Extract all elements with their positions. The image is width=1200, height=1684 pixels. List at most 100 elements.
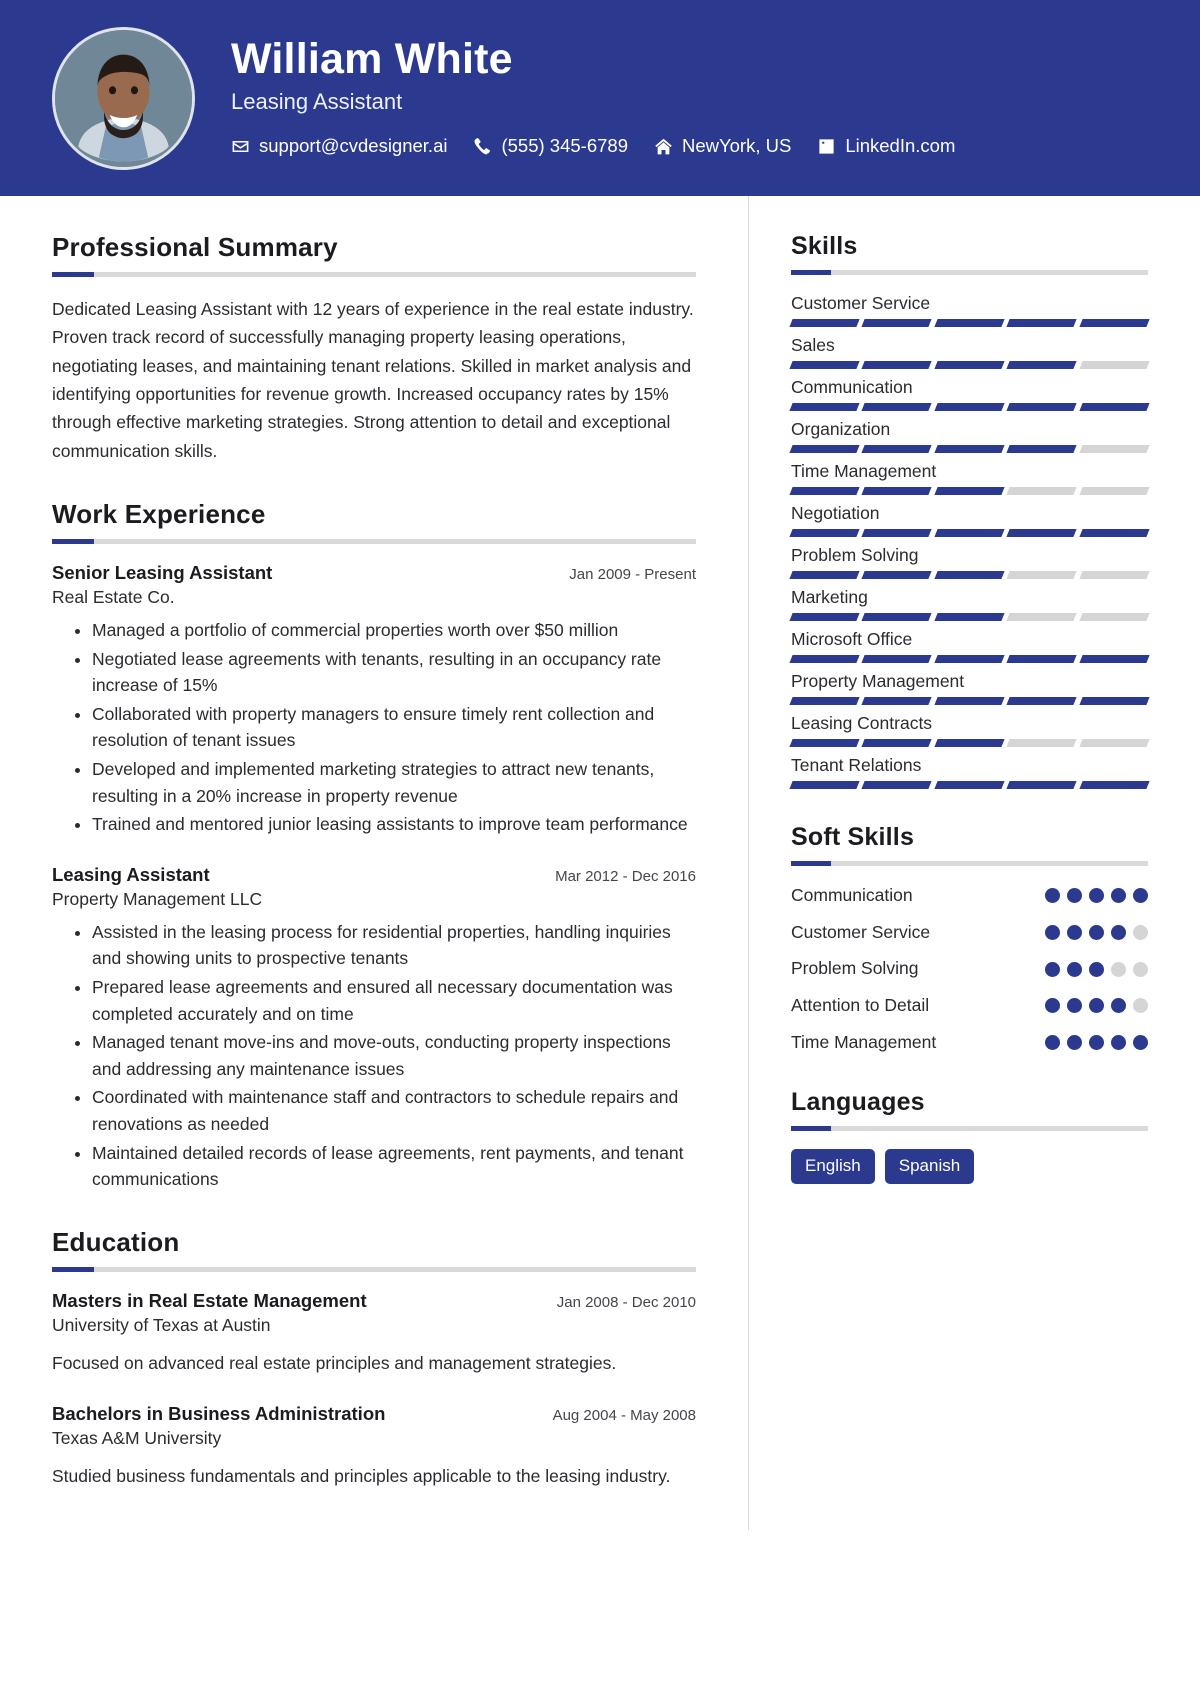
entry-title: Senior Leasing Assistant bbox=[52, 562, 273, 584]
phone-icon bbox=[473, 137, 492, 156]
skill-segment-filled bbox=[789, 697, 861, 705]
education-entry: Masters in Real Estate Management Jan 200… bbox=[52, 1290, 696, 1377]
languages-list: English Spanish bbox=[791, 1149, 1148, 1185]
skill-segment-empty bbox=[1006, 487, 1078, 495]
skill-segment-filled bbox=[789, 403, 861, 411]
skill-segment-filled bbox=[789, 487, 861, 495]
skill-item: Microsoft Office bbox=[789, 629, 1150, 663]
skill-segment-filled bbox=[1079, 655, 1150, 663]
soft-skill-label: Customer Service bbox=[791, 921, 931, 942]
skill-item: Property Management bbox=[789, 671, 1150, 705]
skill-segment-filled bbox=[1079, 529, 1150, 537]
skill-segment-empty bbox=[1079, 739, 1150, 747]
skill-label: Time Management bbox=[791, 461, 937, 481]
section-divider bbox=[52, 1266, 696, 1272]
rating-dot-filled bbox=[1045, 924, 1060, 940]
rating-dot-empty bbox=[1111, 961, 1126, 977]
skill-segment-filled bbox=[861, 613, 933, 621]
skill-segment-filled bbox=[861, 529, 933, 537]
skill-segment-filled bbox=[861, 697, 933, 705]
experience-entry: Leasing Assistant Mar 2012 - Dec 2016 Prop… bbox=[52, 864, 696, 1193]
contact-linkedin[interactable]: LinkedIn.com bbox=[817, 135, 955, 157]
skill-segment-empty bbox=[1006, 739, 1078, 747]
skill-segment-filled bbox=[1079, 319, 1150, 327]
skill-label: Customer Service bbox=[791, 293, 931, 313]
skill-label: Communication bbox=[791, 377, 913, 397]
skill-segment-filled bbox=[1006, 529, 1078, 537]
contact-phone[interactable]: (555) 345-6789 bbox=[473, 135, 628, 157]
rating-dot-filled bbox=[1045, 961, 1060, 977]
skill-segment-filled bbox=[789, 781, 861, 789]
skill-segment-filled bbox=[934, 445, 1005, 453]
soft-skill-item: Attention to Detail bbox=[791, 994, 1148, 1018]
section-skills: Skills Customer Service Sales Communicatio… bbox=[789, 232, 1150, 789]
entry-bullet: Coordinated with maintenance staff and c… bbox=[92, 1084, 696, 1137]
soft-skill-item: Problem Solving bbox=[791, 957, 1148, 981]
contact-location[interactable]: NewYork, US bbox=[654, 135, 791, 157]
skill-level-bar bbox=[789, 613, 1150, 621]
skill-label: Tenant Relations bbox=[791, 755, 922, 775]
entry-bullet: Trained and mentored junior leasing assi… bbox=[92, 811, 696, 838]
experience-entry: Senior Leasing Assistant Jan 2009 - Prese… bbox=[52, 562, 696, 838]
skill-item: Negotiation bbox=[789, 503, 1150, 537]
entry-title: Bachelors in Business Administration bbox=[52, 1402, 386, 1424]
section-divider bbox=[52, 539, 696, 545]
rating-dot-empty bbox=[1133, 998, 1148, 1014]
section-title: Professional Summary bbox=[52, 232, 338, 262]
header-text-block: William White Leasing Assistant support@… bbox=[231, 35, 955, 161]
rating-dot-filled bbox=[1089, 888, 1104, 904]
skill-item: Problem Solving bbox=[789, 545, 1150, 579]
skill-segment-filled bbox=[1006, 445, 1078, 453]
rating-dot-filled bbox=[1067, 998, 1082, 1014]
language-badge: Spanish bbox=[884, 1149, 975, 1185]
soft-skills-list: Communication Customer Service Problem Sol… bbox=[791, 884, 1148, 1054]
rating-dot-filled bbox=[1089, 924, 1104, 940]
rating-dot-filled bbox=[1111, 888, 1126, 904]
entry-header: Senior Leasing Assistant Jan 2009 - Prese… bbox=[52, 562, 696, 584]
entry-description: Studied business fundamentals and princi… bbox=[52, 1465, 671, 1486]
skill-level-bar bbox=[789, 403, 1150, 411]
skill-item: Organization bbox=[789, 419, 1150, 453]
skill-segment-filled bbox=[1006, 697, 1078, 705]
skill-segment-filled bbox=[861, 361, 933, 369]
soft-skill-rating bbox=[1045, 888, 1148, 904]
contact-linkedin-label: LinkedIn.com bbox=[845, 135, 956, 157]
rating-dot-filled bbox=[1067, 961, 1082, 977]
soft-skill-label: Communication bbox=[791, 885, 913, 905]
skill-segment-empty bbox=[1079, 613, 1150, 621]
skill-item: Communication bbox=[789, 377, 1150, 411]
skill-segment-filled bbox=[1079, 697, 1150, 705]
soft-skill-rating bbox=[1045, 961, 1148, 977]
job-title: Leasing Assistant bbox=[231, 89, 403, 115]
soft-skill-item: Time Management bbox=[791, 1031, 1148, 1055]
language-badge: English bbox=[791, 1149, 875, 1185]
section-divider bbox=[791, 1126, 1148, 1132]
soft-skill-label: Problem Solving bbox=[791, 958, 919, 979]
soft-skill-rating bbox=[1045, 924, 1148, 940]
entry-description: Focused on advanced real estate principl… bbox=[52, 1352, 617, 1373]
skill-item: Marketing bbox=[789, 587, 1150, 621]
entry-date: Aug 2004 - May 2008 bbox=[552, 1406, 696, 1424]
home-icon bbox=[654, 137, 673, 156]
skill-segment-filled bbox=[934, 571, 1005, 579]
skill-segment-filled bbox=[934, 403, 1005, 411]
contact-email[interactable]: support@cvdesigner.ai bbox=[231, 135, 447, 157]
skill-segment-filled bbox=[1006, 655, 1078, 663]
entry-date: Jan 2008 - Dec 2010 bbox=[556, 1293, 696, 1311]
skill-segment-filled bbox=[934, 487, 1005, 495]
skill-level-bar bbox=[789, 697, 1150, 705]
skill-segment-filled bbox=[934, 529, 1005, 537]
envelope-icon bbox=[231, 137, 250, 156]
skill-segment-filled bbox=[1006, 403, 1078, 411]
skill-segment-filled bbox=[789, 613, 861, 621]
skill-level-bar bbox=[789, 319, 1150, 327]
education-entry: Bachelors in Business Administration Aug … bbox=[52, 1403, 696, 1490]
rating-dot-filled bbox=[1133, 1034, 1148, 1050]
full-name: William White bbox=[231, 34, 513, 83]
skill-label: Sales bbox=[791, 335, 835, 355]
entry-organization: Property Management LLC bbox=[52, 888, 263, 909]
skill-segment-filled bbox=[789, 529, 861, 537]
skill-label: Leasing Contracts bbox=[791, 713, 933, 733]
skill-segment-filled bbox=[861, 781, 933, 789]
section-title: Languages bbox=[791, 1088, 925, 1117]
